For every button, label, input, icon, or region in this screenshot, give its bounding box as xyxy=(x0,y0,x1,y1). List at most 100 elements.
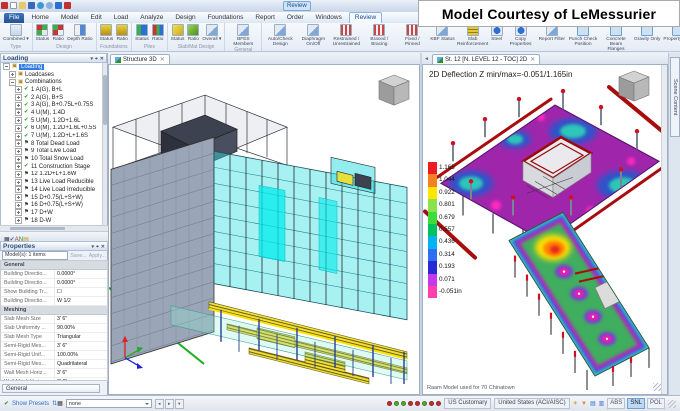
menu-tab[interactable]: Windows xyxy=(311,13,347,23)
preset-dropdown[interactable]: none xyxy=(66,399,152,408)
new-document-icon[interactable] xyxy=(10,2,17,9)
tree-item-combination[interactable]: 16 D+0.75(L+S+W) xyxy=(1,201,102,209)
ribbon-button[interactable]: Copy Properties xyxy=(505,24,537,47)
property-value[interactable]: Quadrilateral xyxy=(55,360,107,368)
property-section-general[interactable]: General xyxy=(1,261,107,270)
scene-content-tab[interactable]: Scene Content xyxy=(670,57,680,137)
undo-icon[interactable] xyxy=(37,2,44,9)
show-presets-label[interactable]: Show Presets xyxy=(12,401,49,407)
save-button[interactable]: Save... xyxy=(70,253,87,259)
tree-item-combinations[interactable]: Combinations xyxy=(1,78,102,86)
property-value[interactable]: 0.0000° xyxy=(55,279,107,287)
bulb-icon[interactable]: ☀ xyxy=(573,400,578,408)
status-toggle[interactable]: ABS xyxy=(607,398,625,409)
ribbon-button[interactable]: BFES Members xyxy=(227,24,259,47)
tree-item-combination[interactable]: 5 U(M), 1.2D+1.6L xyxy=(1,117,102,125)
expander-icon[interactable] xyxy=(15,171,22,178)
menu-tab[interactable]: Review xyxy=(349,12,382,23)
property-value[interactable]: 100.00% xyxy=(55,351,107,359)
ribbon-button[interactable]: Status xyxy=(99,24,115,42)
layers-icon[interactable]: ▦ xyxy=(57,401,63,407)
property-value[interactable]: 0.0000° xyxy=(55,270,107,278)
ribbon-button[interactable]: Status xyxy=(134,24,150,42)
ribbon-button[interactable]: Ratio xyxy=(151,24,165,42)
table-icon[interactable]: ▥ xyxy=(599,400,605,408)
tree-item-combination[interactable]: 7 U(M), 1.2D+L+1.6S xyxy=(1,132,102,140)
resize-grip-icon[interactable] xyxy=(653,383,661,391)
menu-tab[interactable]: File xyxy=(4,13,24,23)
expander-icon[interactable] xyxy=(15,94,22,101)
expander-icon[interactable] xyxy=(15,102,22,109)
property-value[interactable]: 90.00% xyxy=(55,324,107,332)
expander-icon[interactable] xyxy=(15,209,22,216)
property-value[interactable]: W 1/2 xyxy=(55,297,107,305)
tree-item-combination[interactable]: 6 U(M), 1.2D+1.6L+0.5S xyxy=(1,125,102,133)
status-chip[interactable]: US Customary xyxy=(444,398,491,409)
open-icon[interactable] xyxy=(19,2,26,9)
show-presets-check-icon[interactable]: ✔ xyxy=(4,400,9,407)
ribbon-button[interactable]: Braced / Bracing xyxy=(363,24,395,47)
ribbon-button[interactable]: Depth Ratio xyxy=(66,24,93,42)
status-toggle[interactable]: POL xyxy=(647,398,665,409)
ribbon-button[interactable]: Overall ▾ xyxy=(201,24,222,42)
ribbon-button[interactable]: Diaphragm On/Off xyxy=(297,24,329,47)
expander-icon[interactable] xyxy=(15,140,22,147)
expander-icon[interactable] xyxy=(15,217,22,224)
expander-icon[interactable] xyxy=(15,186,22,193)
menu-tab[interactable]: Edit xyxy=(86,13,107,23)
menu-tab[interactable]: Home xyxy=(26,13,53,23)
property-value[interactable]: 3' 6" xyxy=(55,342,107,350)
nav-button[interactable]: ► xyxy=(165,399,174,409)
menu-tab[interactable]: Analyze xyxy=(135,13,168,23)
tab-scroll-left-icon[interactable]: ◄ xyxy=(424,56,429,62)
tree-item-combination[interactable]: 12 1.2D+L+1.6W xyxy=(1,171,102,179)
tab-st12-level12-2d[interactable]: St. 12 [N. LEVEL 12 - TOC] 2D✕ xyxy=(432,54,540,64)
panel-header-icon[interactable]: ⌖ xyxy=(95,56,98,62)
tree-item-combination[interactable]: 18 D-W xyxy=(1,217,102,225)
ribbon-button[interactable]: Fixed / Pinned xyxy=(396,24,428,47)
ribbon-button[interactable]: Auto/Check Design xyxy=(264,24,296,47)
menu-tab[interactable]: Foundations xyxy=(203,13,249,23)
tree-item-combination[interactable]: 14 Live Load Irreducible xyxy=(1,186,102,194)
ribbon-button[interactable]: Combined ▾ xyxy=(2,24,30,42)
menu-tab[interactable]: Order xyxy=(282,13,309,23)
menu-tab[interactable]: Report xyxy=(250,13,280,23)
structure-3d-canvas[interactable] xyxy=(108,64,420,395)
status-chip[interactable]: United States (ACI/AISC) xyxy=(494,398,569,409)
ribbon-button[interactable]: Restrained / Unrestrained xyxy=(330,24,362,47)
tree-item-combination[interactable]: 15 D+0.75(L+S+W) xyxy=(1,194,102,202)
tab-close-icon[interactable]: ✕ xyxy=(160,56,165,63)
filter-icon[interactable]: ▼ xyxy=(581,400,587,408)
panel-header-icon[interactable]: ▾ xyxy=(90,56,93,62)
property-value[interactable]: 3' 6" xyxy=(55,315,107,323)
redo-icon[interactable] xyxy=(46,2,53,9)
viewport-scrollbar[interactable] xyxy=(661,65,667,394)
expander-icon[interactable] xyxy=(9,71,16,78)
ribbon-button[interactable]: Slab Reinforcement xyxy=(457,24,489,47)
tree-item-combination[interactable]: 13 Live Load Reducible xyxy=(1,178,102,186)
ribbon-button[interactable]: Status xyxy=(35,24,51,42)
tab-close-icon[interactable]: ✕ xyxy=(530,56,535,63)
tree-item-combination[interactable]: 1 A(G), B+L xyxy=(1,86,102,94)
expander-icon[interactable] xyxy=(15,117,22,124)
close-icon[interactable] xyxy=(64,2,71,9)
expander-icon[interactable] xyxy=(15,109,22,116)
property-value[interactable]: Triangular xyxy=(55,333,107,341)
expander-icon[interactable] xyxy=(15,125,22,132)
expander-icon[interactable] xyxy=(3,63,10,70)
apply-button[interactable]: Apply... xyxy=(89,253,106,259)
expander-icon[interactable] xyxy=(15,163,22,170)
nav-button[interactable]: ◄ xyxy=(155,399,164,409)
tree-item-combination[interactable]: 4 U(M), 1.4D xyxy=(1,109,102,117)
tree-item-combination[interactable]: 10 Total Snow Load xyxy=(1,155,102,163)
model-selector-dropdown[interactable]: Model(s): 1 items xyxy=(2,251,68,260)
save-icon[interactable] xyxy=(28,2,35,9)
expander-icon[interactable] xyxy=(15,202,22,209)
panel-header-icon[interactable]: ✕ xyxy=(100,56,104,62)
expander-icon[interactable] xyxy=(15,194,22,201)
nav-button[interactable]: ▼ xyxy=(175,399,184,409)
properties-bottom-tab[interactable]: General xyxy=(2,384,100,393)
ribbon-button[interactable]: Status xyxy=(170,24,186,42)
resize-grip-icon[interactable] xyxy=(668,400,676,408)
menu-tab[interactable]: Load xyxy=(109,13,133,23)
